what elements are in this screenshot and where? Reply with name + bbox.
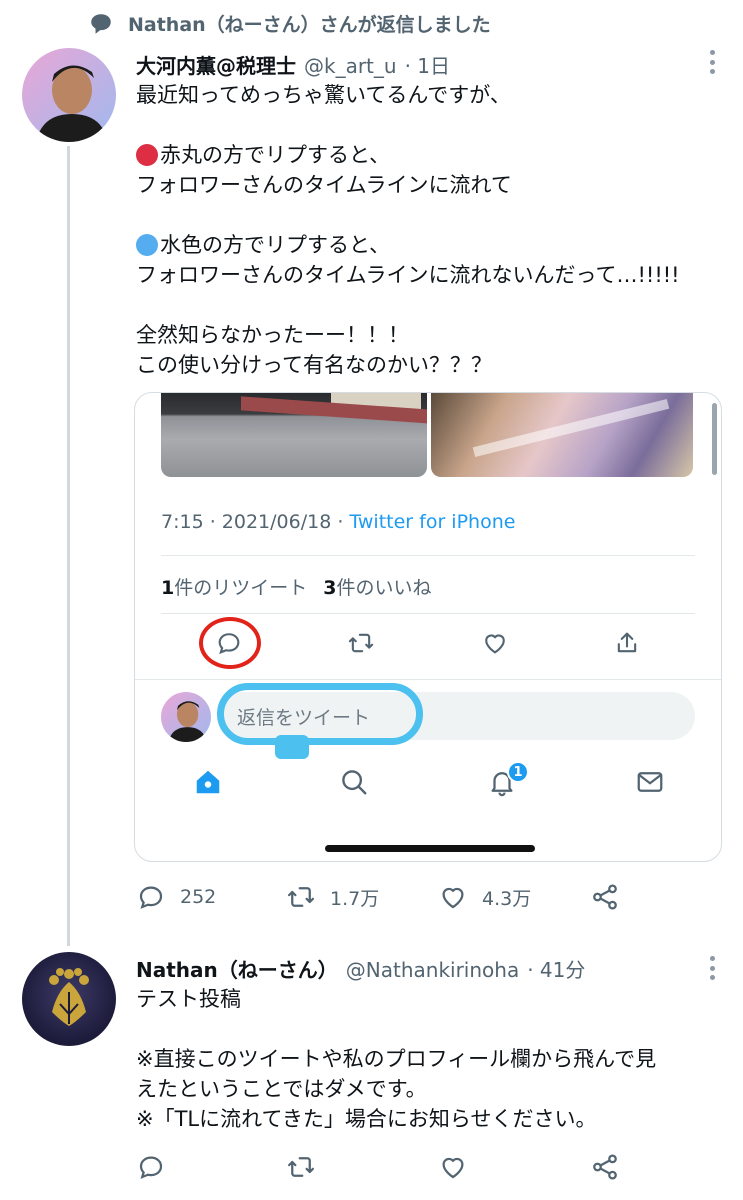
share-button[interactable] (590, 882, 620, 912)
tweet-line: フォロワーさんのタイムラインに流れて (136, 173, 512, 197)
reply-button[interactable] (136, 1152, 166, 1182)
reply-button[interactable]: 252 (136, 882, 216, 912)
tweet-header: 大河内薫@税理士 @k_art_u · 1日 (136, 50, 450, 79)
messages-icon[interactable] (635, 767, 665, 797)
tweet-line: ※直接このツイートや私のプロフィール欄から飛んで見 (136, 1047, 657, 1071)
street-photo[interactable] (161, 393, 427, 477)
display-name[interactable]: Nathan（ねーさん） (136, 954, 338, 983)
more-options-icon[interactable] (709, 50, 715, 74)
search-icon[interactable] (339, 767, 369, 797)
like-icon (442, 887, 464, 909)
tweet-line: 全然知らなかったーー！！！ (136, 323, 409, 347)
like-button[interactable]: 4.3万 (438, 882, 531, 912)
notification-badge: 1 (507, 761, 529, 783)
reply-icon (139, 886, 163, 909)
avatar[interactable] (22, 48, 116, 142)
tweet-line: テスト投稿 (136, 987, 241, 1011)
retweet-icon[interactable] (347, 629, 375, 657)
paulownia-crest-icon (49, 968, 89, 1026)
scrollbar[interactable] (712, 403, 717, 475)
tweet-body: 最近知ってめっちゃ驚いてるんですが、 ​ 赤丸の方でリプすると、 フォロワーさん… (136, 80, 680, 380)
tweet-time[interactable]: · 1日 (405, 50, 450, 79)
tweet-line: 赤丸の方でリプすると、 (136, 140, 680, 170)
avatar[interactable] (22, 952, 116, 1046)
tweet-line: えたということではダメです。 (136, 1077, 427, 1101)
retweet-stat[interactable]: 1件のリツイート (161, 573, 307, 600)
more-options-icon[interactable] (709, 956, 715, 980)
tweet-line: フォロワーさんのタイムラインに流れないんだって…!!!!! (136, 263, 680, 287)
tweet-action-bar: 252 1.7万 4.3万 (136, 882, 656, 922)
share-icon[interactable] (613, 629, 641, 657)
store-shelf-photo[interactable] (431, 393, 693, 477)
blue-annotation-circle (217, 683, 423, 745)
blue-annotation-stroke (275, 735, 309, 759)
tweet-time[interactable]: · 41分 (527, 954, 585, 983)
thread-line (67, 146, 70, 946)
person-photo (36, 65, 108, 142)
source-link[interactable]: Twitter for iPhone (349, 511, 515, 533)
tweet-body: テスト投稿 ​ ※直接このツイートや私のプロフィール欄から飛んで見 えたというこ… (136, 984, 656, 1134)
tweet-action-bar (136, 1152, 656, 1192)
embedded-screenshot[interactable]: 7:15 · 2021/06/18 · Twitter for iPhone 1… (134, 392, 722, 862)
engagement-stats: 1件のリツイート 3件のいいね (161, 573, 432, 600)
like-icon[interactable] (481, 629, 509, 657)
tweet-line: 水色の方でリプすると、 (136, 230, 680, 260)
bottom-tab-bar: 1 (135, 757, 721, 817)
user-handle[interactable]: @Nathankirinoha (346, 958, 519, 982)
divider (161, 613, 695, 614)
like-stat[interactable]: 3件のいいね (323, 573, 431, 600)
red-annotation-circle (199, 617, 261, 669)
retweet-button[interactable]: 1.7万 (286, 882, 379, 912)
retweet-icon (288, 1157, 314, 1177)
tweet-timestamp: 7:15 · 2021/06/18 · Twitter for iPhone (161, 511, 516, 533)
reply-context: Nathan（ねーさん）さんが返信しました (88, 10, 491, 37)
tweet-line: この使い分けって有名なのかい？？？ (136, 353, 492, 377)
like-icon (442, 1157, 464, 1179)
tweet-header: Nathan（ねーさん） @Nathankirinoha · 41分 (136, 954, 585, 983)
blue-circle-emoji (136, 234, 158, 256)
tweet-line: 最近知ってめっちゃ驚いてるんですが、 (136, 83, 511, 107)
retweet-count: 1.7万 (330, 887, 380, 910)
avatar[interactable] (161, 692, 211, 742)
tweet-line: ​ (136, 200, 680, 230)
user-handle[interactable]: @k_art_u (304, 54, 397, 78)
tweet-line: ​ (136, 110, 680, 140)
display-name[interactable]: 大河内薫@税理士 (136, 50, 296, 79)
share-icon (593, 1154, 617, 1180)
like-count: 4.3万 (482, 887, 532, 910)
tweet-line: ​ (136, 290, 680, 320)
reply-context-text: Nathan（ねーさん）さんが返信しました (128, 14, 491, 36)
home-icon[interactable] (193, 767, 223, 797)
like-button[interactable] (438, 1152, 468, 1182)
share-icon (593, 884, 617, 910)
divider (161, 555, 695, 556)
retweet-button[interactable] (286, 1152, 316, 1182)
reply-icon (139, 1156, 163, 1179)
share-button[interactable] (590, 1152, 620, 1182)
home-indicator (325, 845, 535, 852)
tweet-line: ※「TLに流れてきた」場合にお知らせください。 (136, 1107, 597, 1131)
retweet-icon (288, 887, 314, 907)
red-circle-emoji (136, 144, 158, 166)
tweet-line: ​ (136, 1014, 656, 1044)
speech-bubble-icon (91, 13, 111, 34)
reply-count: 252 (180, 886, 217, 908)
